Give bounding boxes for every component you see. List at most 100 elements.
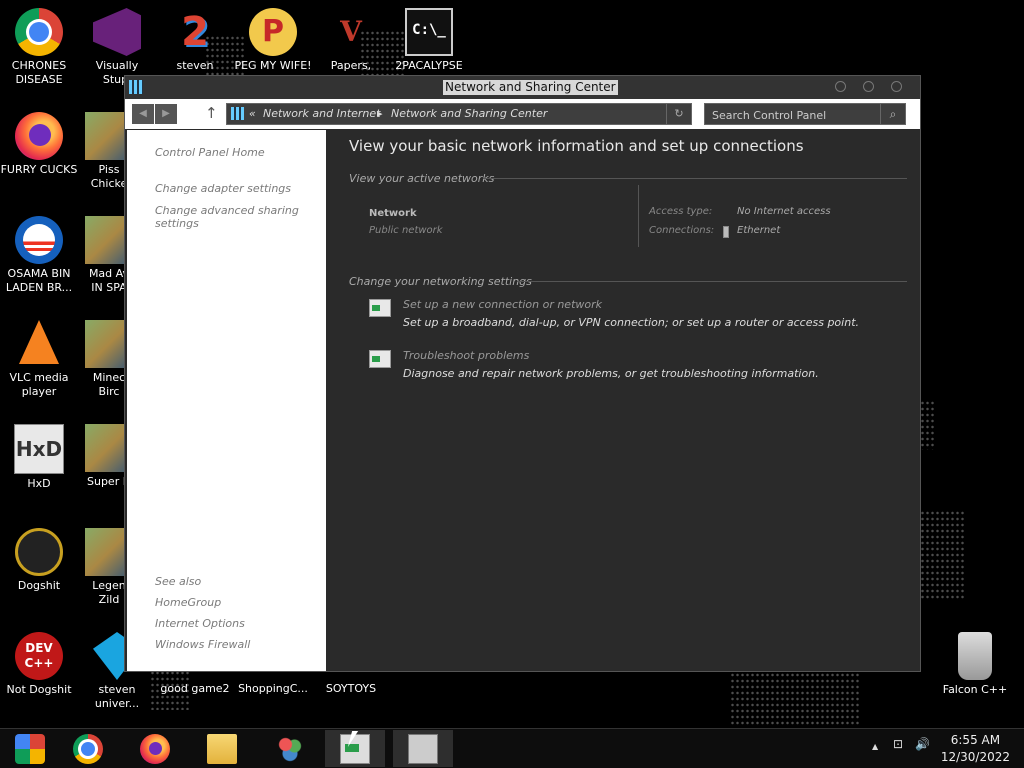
control-panel-home-link[interactable]: Control Panel Home — [155, 146, 305, 159]
desktop-icon-steven[interactable]: 2 steven — [156, 8, 234, 73]
desktop-icon-label: good game2 — [160, 682, 230, 695]
left-navigation-pane: Control Panel Home Change adapter settin… — [127, 130, 326, 671]
search-box[interactable]: ⌕ — [704, 103, 906, 126]
folder-icon — [207, 734, 237, 764]
start-button[interactable] — [0, 730, 60, 767]
desktop-icon-chrone[interactable]: CHRONES DISEASE — [0, 8, 78, 87]
firefox-icon — [15, 112, 63, 160]
ethernet-link[interactable]: Ethernet — [737, 225, 780, 236]
forward-button[interactable]: ▶ — [155, 104, 177, 124]
desktop-icon-osama[interactable]: OSAMA BIN LADEN BR... — [0, 216, 78, 295]
up-arrow-icon[interactable]: ↑ — [205, 104, 218, 122]
breadcrumb-network-sharing[interactable]: Network and Sharing Center — [391, 104, 547, 124]
taskbar-people[interactable] — [260, 730, 320, 767]
navigation-toolbar: ◀ ▶ ↑ « Network and Internet ▸ Network a… — [125, 99, 920, 129]
desktop-icon-soytoys[interactable]: SOYTOYS — [312, 682, 390, 696]
desktop-icon-label: LADEN BR... — [5, 281, 73, 294]
desktop-icon-hxd[interactable]: HxD HxD — [0, 424, 78, 491]
access-type-label: Access type: — [649, 206, 713, 217]
taskbar-media-app[interactable] — [393, 730, 453, 767]
desktop-icon-vlc[interactable]: VLC media player — [0, 320, 78, 399]
address-bar[interactable]: « Network and Internet ▸ Network and Sha… — [226, 103, 692, 125]
control-panel-icon — [231, 107, 244, 120]
main-content: View your basic network information and … — [327, 130, 920, 671]
desktop-icon-recycle-bin[interactable]: Falcon C++ — [936, 632, 1014, 697]
people-icon — [275, 734, 305, 764]
visual-studio-icon — [93, 8, 141, 56]
change-advanced-sharing-link[interactable]: Change advanced sharing settings — [155, 204, 305, 230]
internet-options-link[interactable]: Internet Options — [155, 617, 305, 630]
troubleshoot-description: Diagnose and repair network problems, or… — [403, 367, 819, 380]
setup-connection-link[interactable]: Set up a new connection or network — [403, 298, 602, 311]
desktop-icon-label: Falcon C++ — [942, 683, 1008, 696]
vlc-cone-icon — [15, 320, 63, 368]
desktop-icon-label: univer... — [94, 697, 140, 710]
firefox-icon — [140, 734, 170, 764]
change-adapter-settings-link[interactable]: Change adapter settings — [155, 182, 305, 195]
title-bar[interactable]: Network and Sharing Center — [125, 76, 920, 99]
breadcrumb-prefix[interactable]: « — [249, 104, 256, 124]
obama-logo-icon — [15, 216, 63, 264]
network-category-link[interactable]: Public network — [369, 225, 443, 236]
breadcrumb-separator[interactable]: ▸ — [377, 104, 383, 124]
network-name: Network — [369, 208, 417, 219]
desktop-icon-label: Dogshit — [17, 579, 61, 592]
show-hidden-icons-icon[interactable]: ▲ — [872, 742, 878, 751]
volume-icon[interactable]: 🔊 — [915, 737, 930, 751]
hxd-icon: HxD — [14, 424, 64, 474]
desktop-icon-not-dogshit[interactable]: DEV C++ Not Dogshit — [0, 632, 78, 697]
network-status-icon[interactable]: ⊡ — [893, 737, 903, 751]
access-type-value: No Internet access — [737, 206, 831, 217]
troubleshoot-link[interactable]: Troubleshoot problems — [403, 349, 529, 362]
taskbar-firefox[interactable] — [125, 730, 185, 767]
desktop-icon-good-game2[interactable]: good game2 — [156, 682, 234, 696]
desktop-icon-label: player — [21, 385, 57, 398]
falcon-cpp-icon — [15, 528, 63, 576]
desktop-icon-label: CHRONES — [11, 59, 67, 72]
troubleshoot-icon — [369, 350, 391, 368]
chrome-icon — [15, 8, 63, 56]
homegroup-link[interactable]: HomeGroup — [155, 596, 305, 609]
desktop-icon-shopping[interactable]: ShoppingC... — [234, 682, 312, 696]
refresh-icon[interactable]: ↻ — [666, 104, 691, 124]
desktop-icon-peg-my-wife[interactable]: P PEG MY WIFE! — [234, 8, 312, 73]
desktop-icon-label: HxD — [27, 477, 51, 490]
new-connection-icon — [369, 299, 391, 317]
desktop-icon-firefox[interactable]: FURRY CUCKS — [0, 112, 78, 177]
desktop-icon-label: Not Dogshit — [6, 683, 72, 696]
windows-firewall-link[interactable]: Windows Firewall — [155, 638, 305, 651]
search-input[interactable] — [705, 104, 884, 126]
desktop-icon-papers[interactable]: V Papers, — [312, 8, 390, 73]
breadcrumb-network-internet[interactable]: Network and Internet — [263, 104, 381, 124]
number-two-icon: 2 — [181, 9, 209, 55]
command-prompt-icon: C:\_ — [405, 8, 453, 56]
desktop-icon-2pacalypse[interactable]: C:\_ 2PACALYPSE — [390, 8, 468, 73]
desktop-icon-label: ShoppingC... — [238, 682, 308, 695]
desktop-icon-label: 2PACALYPSE — [395, 59, 463, 72]
desktop-icon-label: PEG MY WIFE! — [234, 59, 312, 72]
minimize-button[interactable] — [835, 81, 846, 92]
desktop-icon-label: VLC media — [9, 371, 69, 384]
back-button[interactable]: ◀ — [132, 104, 154, 124]
maximize-button[interactable] — [863, 81, 874, 92]
desktop-icon-label: FURRY CUCKS — [0, 163, 78, 176]
taskbar-file-explorer[interactable] — [192, 730, 252, 767]
page-title: View your basic network information and … — [349, 137, 804, 155]
change-settings-heading: Change your networking settings — [349, 275, 532, 288]
desktop-icon-dogshit[interactable]: Dogshit — [0, 528, 78, 593]
desktop-icon-label: steven — [176, 59, 214, 72]
system-clock[interactable]: 6:55 AM 12/30/2022 — [941, 732, 1010, 766]
ethernet-icon — [723, 226, 729, 238]
see-also-heading: See also — [155, 575, 202, 588]
desktop-icon-label: OSAMA BIN — [7, 267, 71, 280]
recycle-bin-icon — [958, 632, 992, 680]
taskbar-chrome[interactable] — [58, 730, 118, 767]
papers-please-icon: V — [340, 15, 362, 48]
clock-time: 6:55 AM — [950, 733, 1001, 747]
vertical-divider — [638, 185, 639, 247]
desktop-icon-label: Visually — [95, 59, 139, 72]
devcpp-icon: DEV C++ — [15, 632, 63, 680]
close-button[interactable] — [891, 81, 902, 92]
window-title: Network and Sharing Center — [443, 80, 618, 95]
search-icon[interactable]: ⌕ — [880, 104, 905, 124]
